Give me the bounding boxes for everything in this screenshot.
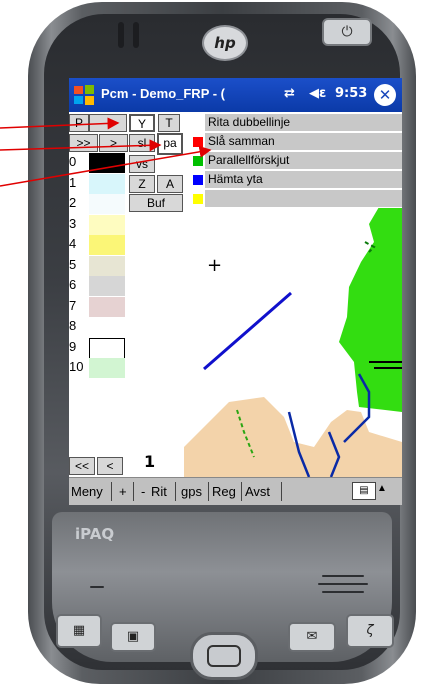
pda-device: hp ⏻ Pcm - Demo_FRP - ( ⇄ ◀ε 9:53 ✕ + 1 …: [0, 0, 444, 686]
row-color-swatch[interactable]: [89, 317, 125, 337]
z-button[interactable]: Z: [129, 175, 155, 193]
mic-slot: [90, 586, 104, 588]
hp-logo: hp: [202, 25, 248, 61]
contacts-button[interactable]: ▣: [110, 622, 156, 652]
layer-row[interactable]: [205, 190, 402, 208]
row-color-swatch[interactable]: [89, 296, 125, 317]
sync-icon[interactable]: ⇄: [284, 86, 295, 101]
row-number[interactable]: 7: [69, 297, 89, 315]
row-color-swatch[interactable]: [89, 337, 125, 360]
phone-icon: ζ: [366, 623, 374, 638]
back-button[interactable]: <: [97, 457, 123, 475]
row-color-swatch[interactable]: [89, 255, 125, 276]
row-number[interactable]: 10: [69, 358, 89, 376]
p-button[interactable]: P: [69, 114, 89, 132]
next-next-button[interactable]: >>: [69, 134, 98, 152]
buf-button[interactable]: Buf: [129, 194, 183, 212]
speaker-slot-left: [118, 22, 124, 48]
row-number[interactable]: 0: [69, 153, 89, 171]
power-button[interactable]: ⏻: [322, 18, 372, 46]
menu-bar: Meny + - Rit gps Reg Avst ▤ ▲: [69, 477, 402, 505]
screen: Pcm - Demo_FRP - ( ⇄ ◀ε 9:53 ✕ + 1 0 1 2 3 4…: [69, 78, 402, 505]
volume-icon[interactable]: ◀ε: [309, 86, 326, 101]
menu-item-plus[interactable]: +: [119, 484, 127, 499]
row-color-swatch[interactable]: [89, 276, 125, 296]
row-color-swatch[interactable]: [89, 194, 125, 214]
layer-label[interactable]: Parallellförskjut: [208, 152, 289, 168]
close-icon[interactable]: ✕: [374, 84, 396, 106]
y-button[interactable]: Y: [129, 114, 155, 132]
title-bar: Pcm - Demo_FRP - ( ⇄ ◀ε 9:53 ✕: [69, 78, 402, 112]
green-area: [339, 200, 402, 412]
nav-pad[interactable]: [190, 632, 258, 680]
layer-label[interactable]: Slå samman: [208, 133, 275, 149]
map-cursor: +: [207, 255, 223, 276]
scale-label: 1: [144, 452, 156, 471]
row-number[interactable]: 5: [69, 256, 89, 274]
a-button[interactable]: A: [157, 175, 183, 193]
row-number[interactable]: 8: [69, 317, 89, 335]
mail-icon: ✉: [306, 629, 318, 644]
menu-item-rit[interactable]: Rit: [151, 484, 167, 499]
layer-color-icon: [193, 175, 203, 185]
vs-button[interactable]: vs: [129, 155, 155, 173]
layer-color-icon: [193, 137, 203, 147]
contacts-icon: ▣: [126, 629, 140, 644]
menu-item-minus[interactable]: -: [141, 484, 145, 499]
layer-label[interactable]: Hämta yta: [208, 171, 263, 187]
layer-label[interactable]: Rita dubbellinje: [208, 114, 290, 130]
row-number[interactable]: 1: [69, 174, 89, 192]
calendar-button[interactable]: ▦: [56, 614, 102, 648]
app-title: Pcm - Demo_FRP - (: [101, 86, 226, 101]
input-menu-up-icon[interactable]: ▲: [377, 483, 387, 494]
pa-button[interactable]: pa: [157, 133, 183, 155]
t-button[interactable]: T: [158, 114, 180, 132]
speaker-slot-right: [133, 22, 139, 48]
windows-start-icon[interactable]: [73, 84, 95, 106]
phone-button[interactable]: ζ: [346, 614, 394, 648]
menu-item-avst[interactable]: Avst: [245, 484, 270, 499]
mail-button[interactable]: ✉: [288, 622, 336, 652]
clock[interactable]: 9:53: [335, 86, 367, 101]
menu-item-gps[interactable]: gps: [181, 484, 202, 499]
row-color-swatch[interactable]: [89, 153, 125, 173]
row-number[interactable]: 4: [69, 235, 89, 253]
layer-color-icon: [193, 194, 203, 204]
power-icon: ⏻: [341, 24, 353, 40]
speaker-grille-3: [322, 591, 364, 593]
row-number[interactable]: 9: [69, 338, 89, 356]
menu-item-meny[interactable]: Meny: [71, 484, 103, 499]
row-number[interactable]: 3: [69, 215, 89, 233]
menu-item-reg[interactable]: Reg: [212, 484, 236, 499]
next-button[interactable]: >: [99, 134, 128, 152]
row-color-swatch[interactable]: [89, 235, 125, 255]
map-area[interactable]: + 1 0 1 2 3 4 5 6 7 8 9 10 P Y T >> > sl pa vs Z A…: [69, 112, 402, 477]
layer-color-icon: [193, 156, 203, 166]
calendar-icon: ▦: [72, 623, 86, 638]
row-color-swatch[interactable]: [89, 358, 125, 378]
blue-line[interactable]: [203, 291, 292, 371]
blank-button[interactable]: [89, 114, 127, 132]
row-number[interactable]: 6: [69, 276, 89, 294]
speaker-grille-1: [322, 575, 364, 577]
speaker-grille-2: [318, 583, 368, 585]
sl-button[interactable]: sl: [129, 134, 155, 152]
row-number[interactable]: 2: [69, 194, 89, 212]
keyboard-icon[interactable]: ▤: [352, 482, 376, 500]
row-color-swatch[interactable]: [89, 214, 125, 235]
layer-color-icon: [193, 118, 203, 128]
back-back-button[interactable]: <<: [69, 457, 95, 475]
brand-label: iPAQ: [75, 525, 115, 543]
nav-center[interactable]: [207, 645, 241, 667]
row-color-swatch[interactable]: [89, 173, 125, 194]
